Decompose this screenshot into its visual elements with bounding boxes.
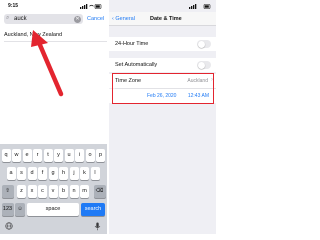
right-screenshot: ‹ General Date & Time 24-Hour Time Set A… xyxy=(109,0,216,234)
key-f[interactable]: f xyxy=(38,167,47,180)
key-g[interactable]: g xyxy=(48,167,58,180)
key-w[interactable]: w xyxy=(12,149,21,162)
back-label: General xyxy=(115,16,135,22)
keyboard-row-2: a s d f g h j k l xyxy=(0,167,107,180)
key-r[interactable]: r xyxy=(33,149,42,162)
row-label: Set Automatically xyxy=(115,62,158,68)
signal-battery-icon xyxy=(189,4,211,9)
emoji-key[interactable]: ☺ xyxy=(15,203,25,216)
key-x[interactable]: x xyxy=(27,185,37,198)
key-y[interactable]: y xyxy=(54,149,63,162)
key-c[interactable]: c xyxy=(38,185,47,198)
key-j[interactable]: j xyxy=(69,167,79,180)
keyboard-row-3: ⇧ z x c v b n m ⌫ xyxy=(0,185,107,198)
globe-icon[interactable] xyxy=(5,222,13,230)
key-m[interactable]: m xyxy=(80,185,89,198)
key-e[interactable]: e xyxy=(22,149,32,162)
key-b[interactable]: b xyxy=(59,185,68,198)
red-arrow-icon xyxy=(31,30,64,97)
key-o[interactable]: o xyxy=(85,149,95,162)
set-automatically-toggle[interactable] xyxy=(197,61,211,69)
page-title: Date & Time xyxy=(150,16,182,22)
numbers-key[interactable]: 123 xyxy=(1,203,14,216)
mic-icon[interactable] xyxy=(94,222,101,231)
24-hour-toggle[interactable] xyxy=(197,40,211,48)
left-screenshot: 9:15 ⌕ auck ✕ Cancel Auckland, New Zeala… xyxy=(0,0,107,234)
key-n[interactable]: n xyxy=(69,185,79,198)
keyboard: q w e r t y u i o p a s d f g h j k l ⇧ … xyxy=(0,144,107,234)
key-t[interactable]: t xyxy=(43,149,53,162)
row-label: 24-Hour Time xyxy=(115,41,149,47)
key-q[interactable]: q xyxy=(1,149,11,162)
navigation-bar: ‹ General Date & Time xyxy=(109,12,216,26)
key-i[interactable]: i xyxy=(75,149,84,162)
backspace-key[interactable]: ⌫ xyxy=(93,185,106,198)
emoji-icon: ☺ xyxy=(17,206,23,212)
keyboard-row-4: 123 ☺ space search xyxy=(0,203,107,216)
key-l[interactable]: l xyxy=(90,167,100,180)
shift-icon: ⇧ xyxy=(5,188,10,194)
key-d[interactable]: d xyxy=(27,167,37,180)
shift-key[interactable]: ⇧ xyxy=(1,185,14,198)
space-key[interactable]: space xyxy=(27,203,79,216)
key-a[interactable]: a xyxy=(6,167,16,180)
key-z[interactable]: z xyxy=(17,185,26,198)
keyboard-row-1: q w e r t y u i o p xyxy=(0,149,107,162)
back-button[interactable]: ‹ General xyxy=(112,16,135,22)
key-h[interactable]: h xyxy=(59,167,68,180)
key-v[interactable]: v xyxy=(48,185,58,198)
search-key[interactable]: search xyxy=(81,203,105,216)
key-u[interactable]: u xyxy=(64,149,74,162)
key-p[interactable]: p xyxy=(96,149,105,162)
key-s[interactable]: s xyxy=(17,167,26,180)
backspace-icon: ⌫ xyxy=(95,188,104,194)
key-k[interactable]: k xyxy=(80,167,89,180)
row-24-hour-time: 24-Hour Time xyxy=(109,37,216,51)
row-set-automatically: Set Automatically xyxy=(109,58,216,72)
highlight-box xyxy=(112,73,214,104)
